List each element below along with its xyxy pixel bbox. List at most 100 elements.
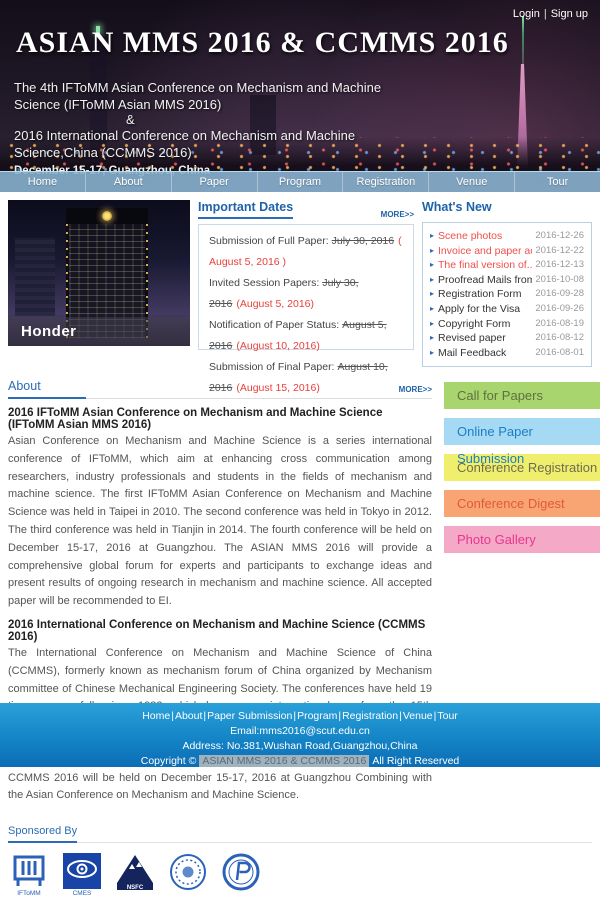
whats-new-box: ▸ Scene photos 2016-12-26 ▸ Invoice and … xyxy=(422,222,592,367)
date-new: (August 5, 2016) xyxy=(236,298,314,310)
news-item[interactable]: ▸ Mail Feedback 2016-08-01 xyxy=(430,346,584,361)
nav-item-program[interactable]: Program xyxy=(258,172,344,192)
news-label: Registration Form xyxy=(438,287,532,302)
about-paragraph-asianmms: Asian Conference on Mechanism and Machin… xyxy=(8,433,432,611)
footer-email: Email:mms2016@scut.edu.cn xyxy=(0,724,600,739)
bullet-icon: ▸ xyxy=(430,273,434,288)
canton-tower-antenna-icon xyxy=(522,16,524,66)
account-links: Login|Sign up xyxy=(513,8,588,20)
hotel-photo-slide[interactable]: Honder xyxy=(8,200,190,346)
footer-nav-program[interactable]: Program xyxy=(297,710,337,722)
news-item[interactable]: ▸ Copyright Form 2016-08-19 xyxy=(430,317,584,332)
sponsored-by-section: Sponsored By IFToMM xyxy=(8,821,592,897)
footer-nav-venue[interactable]: Venue xyxy=(403,710,433,722)
news-item[interactable]: ▸ The final version of... 2016-12-13 xyxy=(430,258,584,273)
footer-nav-registration[interactable]: Registration xyxy=(342,710,398,722)
news-label: Mail Feedback xyxy=(438,346,532,361)
bullet-icon: ▸ xyxy=(430,331,434,346)
date-label: Submission of Final Paper: xyxy=(209,361,334,373)
call-for-papers-button[interactable]: Call for Papers xyxy=(444,382,600,409)
nav-item-tour[interactable]: Tour xyxy=(515,172,600,192)
bullet-icon: ▸ xyxy=(430,258,434,273)
nsfc-logo-label: NSFC xyxy=(127,885,144,891)
news-label: Revised paper xyxy=(438,331,532,346)
bullet-icon: ▸ xyxy=(430,244,434,259)
copyright-highlighted-text: ASIAN MMS 2016 & CCMMS 2016 xyxy=(199,755,369,767)
news-label: Invoice and paper ac... xyxy=(438,244,532,259)
about-more-link[interactable]: MORE>> xyxy=(399,385,432,394)
news-label: Scene photos xyxy=(438,229,532,244)
footer-separator: | xyxy=(434,710,437,722)
news-date: 2016-12-22 xyxy=(535,244,584,259)
page-content: Honder Important Dates MORE>> Submission… xyxy=(0,192,600,897)
photo-gallery-button[interactable]: Photo Gallery xyxy=(444,526,600,553)
cmes-logo[interactable]: CMES xyxy=(61,853,103,897)
nav-item-about[interactable]: About xyxy=(86,172,172,192)
copyright-suffix: All Right Reserved xyxy=(372,755,459,767)
nav-item-venue[interactable]: Venue xyxy=(429,172,515,192)
news-date: 2016-08-19 xyxy=(535,317,584,332)
round-seal-logo[interactable] xyxy=(167,853,209,891)
copyright-prefix: Copyright © xyxy=(141,755,197,767)
news-date: 2016-08-12 xyxy=(535,331,584,346)
footer-separator: | xyxy=(293,710,296,722)
hero-banner: Login|Sign up ASIAN MMS 2016 & CCMMS 201… xyxy=(0,0,600,192)
footer-nav-about[interactable]: About xyxy=(175,710,202,722)
date-new: (August 10, 2016) xyxy=(236,340,319,352)
news-label: Apply for the Visa xyxy=(438,302,532,317)
conference-registration-button[interactable]: Conference Registration xyxy=(444,454,600,481)
iftomm-logo[interactable]: IFToMM xyxy=(8,853,50,897)
news-label: Copyright Form xyxy=(438,317,532,332)
news-item[interactable]: ▸ Revised paper 2016-08-12 xyxy=(430,331,584,346)
news-date: 2016-12-26 xyxy=(535,229,584,244)
footer-nav-home[interactable]: Home xyxy=(142,710,170,722)
nav-item-paper-submission[interactable]: Paper Submission xyxy=(172,172,258,192)
login-link[interactable]: Login xyxy=(513,8,540,20)
ampersand-text: & xyxy=(126,113,386,127)
footer-separator: | xyxy=(338,710,341,722)
important-dates-panel: Important Dates MORE>> Submission of Ful… xyxy=(198,200,414,367)
conference-subtitle-2: 2016 International Conference on Mechani… xyxy=(14,128,355,160)
sponsored-by-title: Sponsored By xyxy=(8,825,77,843)
signup-link[interactable]: Sign up xyxy=(551,8,588,20)
footer-address: Address: No.381,Wushan Road,Guangzhou,Ch… xyxy=(0,739,600,754)
date-item: Invited Session Papers:July 30, 2016(Aug… xyxy=(209,273,403,315)
bullet-icon: ▸ xyxy=(430,229,434,244)
important-dates-more-link[interactable]: MORE>> xyxy=(381,210,414,219)
news-item[interactable]: ▸ Proofread Mails from... 2016-10-08 xyxy=(430,273,584,288)
news-date: 2016-08-01 xyxy=(535,346,584,361)
online-paper-submission-button[interactable]: Online Paper Submission xyxy=(444,418,600,445)
about-title: About xyxy=(8,379,86,399)
nav-item-home[interactable]: Home xyxy=(0,172,86,192)
news-date: 2016-12-13 xyxy=(535,258,584,273)
footer-nav-paper-submission[interactable]: Paper Submission xyxy=(207,710,292,722)
important-dates-box: Submission of Full Paper:July 30, 2016( … xyxy=(198,224,414,350)
bullet-icon: ▸ xyxy=(430,302,434,317)
slide-caption: Honder xyxy=(8,317,190,346)
important-dates-title: Important Dates xyxy=(198,200,293,219)
side-building-icon xyxy=(15,238,55,316)
round-p-logo[interactable] xyxy=(220,853,262,891)
news-label: The final version of... xyxy=(438,258,532,273)
footer-nav-tour[interactable]: Tour xyxy=(437,710,457,722)
news-item[interactable]: ▸ Registration Form 2016-09-28 xyxy=(430,287,584,302)
nav-item-registration[interactable]: Registration xyxy=(343,172,429,192)
footer-separator: | xyxy=(203,710,206,722)
nsfc-logo[interactable]: NSFC xyxy=(114,853,156,893)
bullet-icon: ▸ xyxy=(430,317,434,332)
bullet-icon: ▸ xyxy=(430,287,434,302)
footer-nav: Home|About|Paper Submission|Program|Regi… xyxy=(0,709,600,724)
date-item: Submission of Full Paper:July 30, 2016( … xyxy=(209,231,403,273)
main-nav: Home About Paper Submission Program Regi… xyxy=(0,171,600,192)
whats-new-panel: What's New ▸ Scene photos 2016-12-26 ▸ I… xyxy=(422,200,592,367)
site-title: ASIAN MMS 2016 & CCMMS 2016 xyxy=(16,26,509,60)
news-item[interactable]: ▸ Apply for the Visa 2016-09-26 xyxy=(430,302,584,317)
iftomm-logo-label: IFToMM xyxy=(8,890,50,897)
conference-digest-button[interactable]: Conference Digest xyxy=(444,490,600,517)
news-date: 2016-09-26 xyxy=(535,302,584,317)
hero-subtitle-block: The 4th IFToMM Asian Conference on Mecha… xyxy=(14,79,386,180)
news-date: 2016-10-08 xyxy=(535,273,584,288)
news-item[interactable]: ▸ Scene photos 2016-12-26 xyxy=(430,229,584,244)
news-item[interactable]: ▸ Invoice and paper ac... 2016-12-22 xyxy=(430,244,584,259)
footer-separator: | xyxy=(171,710,174,722)
